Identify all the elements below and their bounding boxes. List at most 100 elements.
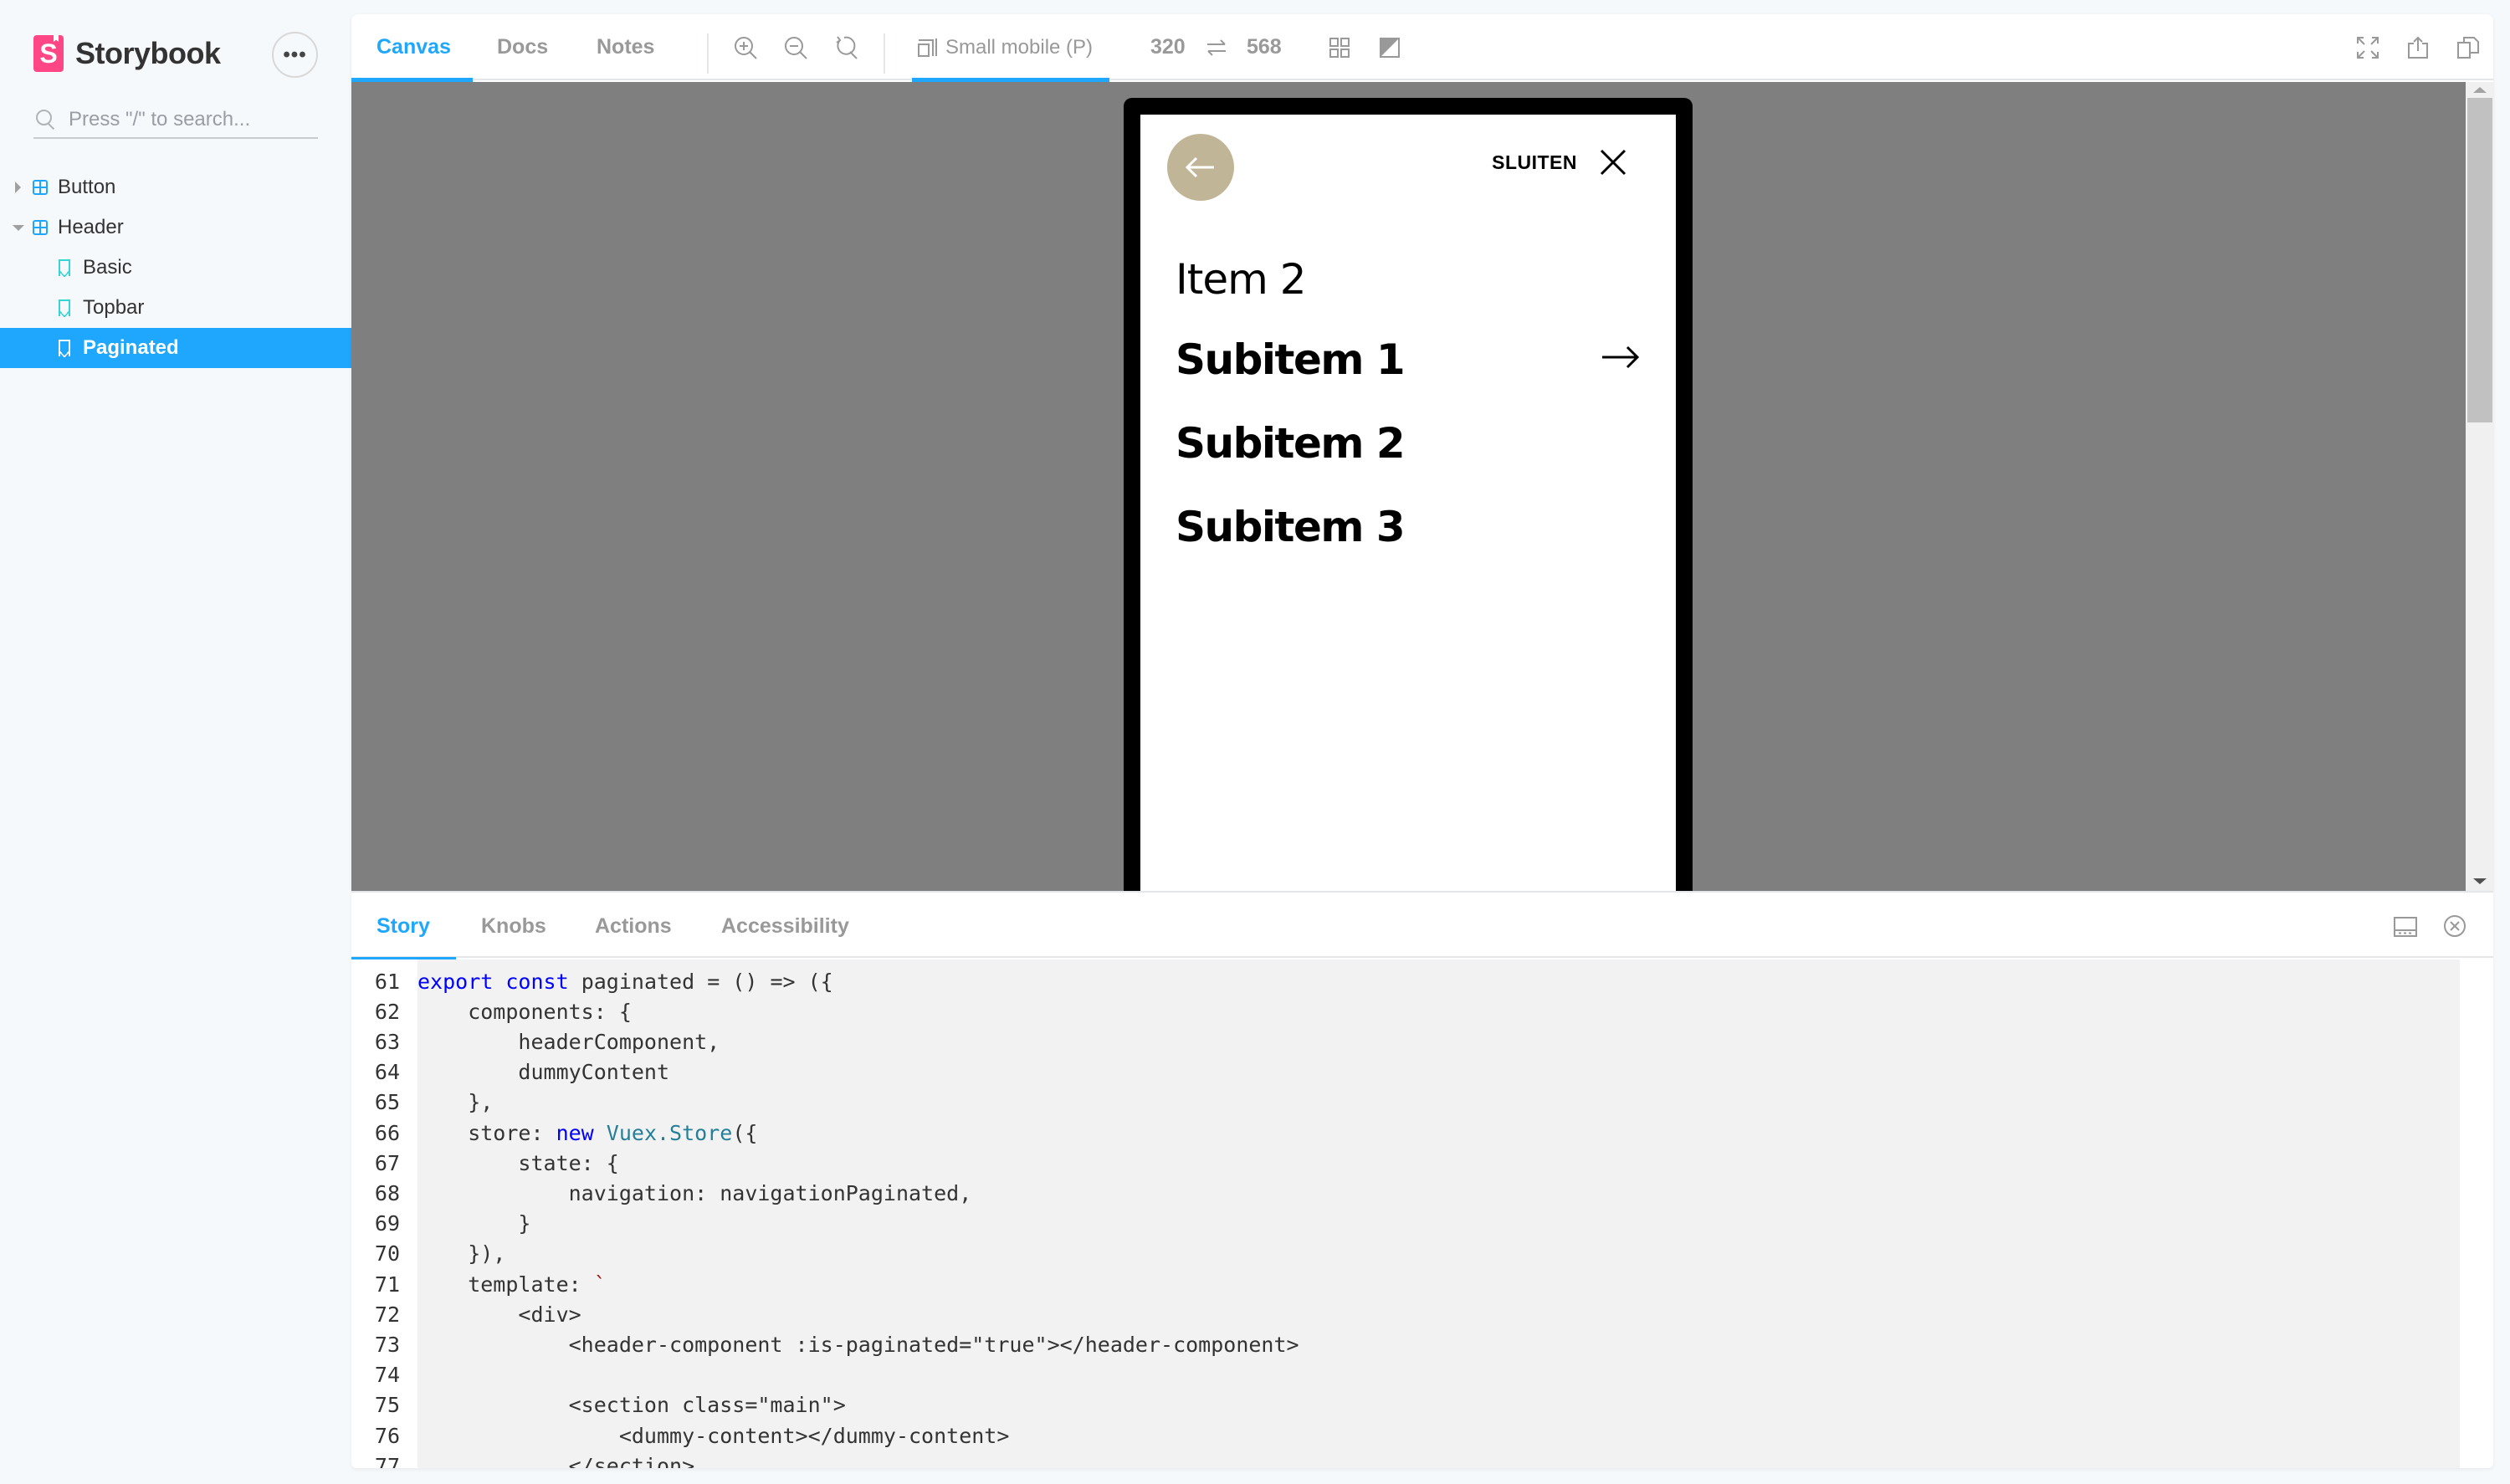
code-text: export const paginated = () => ({ xyxy=(417,969,833,994)
device-frame: SLUITEN Item 2 Subitem 1 Subitem 2 Subit… xyxy=(1124,98,1693,891)
brand[interactable]: S Storybook xyxy=(33,35,221,72)
code-line: 62 components: { xyxy=(351,996,632,1026)
tab-actions[interactable]: Actions xyxy=(595,893,672,959)
code-text: <section class="main"> xyxy=(417,1393,846,1418)
toolbar: Canvas Docs Notes Small mobile (P) 320 5… xyxy=(351,14,2493,82)
story-tree: Button Header Basic Topbar Paginated xyxy=(0,167,351,368)
zoom-reset-icon[interactable] xyxy=(832,34,859,61)
zoom-out-icon[interactable] xyxy=(782,34,809,61)
code-line: 70 }), xyxy=(351,1239,505,1269)
code-line: 72 <div> xyxy=(351,1299,581,1329)
code-line: 69 } xyxy=(351,1209,531,1239)
line-number: 62 xyxy=(374,999,400,1024)
scroll-up-icon[interactable] xyxy=(2473,87,2487,93)
tree-item-label: Header xyxy=(58,216,124,238)
code-line: 66 store: new Vuex.Store({ xyxy=(351,1118,758,1148)
story-preview: SLUITEN Item 2 Subitem 1 Subitem 2 Subit… xyxy=(1140,115,1676,891)
panel-orientation-icon[interactable] xyxy=(2391,913,2418,939)
zoom-in-icon[interactable] xyxy=(732,34,759,61)
line-number: 61 xyxy=(374,969,400,994)
line-number: 77 xyxy=(374,1453,400,1468)
code-line: 73 <header-component :is-paginated="true… xyxy=(351,1329,1299,1359)
tab-label: Notes xyxy=(597,35,655,59)
code-line: 67 state: { xyxy=(351,1148,619,1178)
fullscreen-icon[interactable] xyxy=(2354,34,2381,61)
code-text: template: ` xyxy=(417,1272,607,1297)
line-number: 64 xyxy=(374,1060,400,1085)
grid-icon[interactable] xyxy=(1326,34,1353,61)
line-number: 72 xyxy=(374,1302,400,1327)
tree-item-topbar[interactable]: Topbar xyxy=(0,288,351,328)
tree-item-label: Basic xyxy=(83,256,132,279)
nav-title: Item 2 xyxy=(1176,255,1307,304)
line-number: 75 xyxy=(374,1393,400,1418)
tab-knobs[interactable]: Knobs xyxy=(481,893,546,959)
brand-name: Storybook xyxy=(75,36,221,70)
code-line: 61 export const paginated = () => ({ xyxy=(351,966,833,996)
tree-item-basic[interactable]: Basic xyxy=(0,248,351,288)
divider xyxy=(884,33,885,74)
close-icon xyxy=(1600,149,1626,176)
code-line: 71 template: ` xyxy=(351,1269,607,1299)
code-line: 77 </section> xyxy=(351,1451,694,1468)
arrow-right-icon[interactable] xyxy=(1601,345,1641,370)
close-label: SLUITEN xyxy=(1492,151,1577,173)
code-line: 75 <section class="main"> xyxy=(351,1390,846,1420)
share-icon[interactable] xyxy=(2405,34,2431,61)
close-panel-icon[interactable] xyxy=(2441,913,2468,939)
viewport-height[interactable]: 568 xyxy=(1247,14,1282,80)
tab-label: Docs xyxy=(497,35,549,59)
storybook-logo-icon: S xyxy=(33,35,64,72)
caret-down-icon[interactable] xyxy=(13,224,24,231)
code-text: store: new Vuex.Store({ xyxy=(417,1120,758,1145)
search-icon xyxy=(35,109,57,130)
copy-icon[interactable] xyxy=(2455,34,2482,61)
more-options-button[interactable]: ••• xyxy=(272,32,318,78)
code-block xyxy=(417,959,2460,1468)
code-line: 65 }, xyxy=(351,1087,493,1118)
tab-label: Actions xyxy=(595,913,672,938)
tab-accessibility[interactable]: Accessibility xyxy=(721,893,849,959)
tree-item-header[interactable]: Header xyxy=(0,207,351,248)
preview-panel: Canvas Docs Notes Small mobile (P) 320 5… xyxy=(351,14,2493,891)
code-line: 63 headerComponent, xyxy=(351,1026,720,1057)
line-number: 67 xyxy=(374,1150,400,1175)
back-button[interactable] xyxy=(1167,134,1234,201)
swap-icon[interactable] xyxy=(1203,34,1230,61)
nav-item-subitem-1[interactable]: Subitem 1 xyxy=(1176,335,1406,384)
line-number: 69 xyxy=(374,1211,400,1236)
search-input[interactable] xyxy=(69,108,311,131)
viewport-width[interactable]: 320 xyxy=(1150,14,1186,80)
tree-item-label: Button xyxy=(58,176,116,198)
tree-item-paginated[interactable]: Paginated xyxy=(0,328,351,368)
line-number: 66 xyxy=(374,1120,400,1145)
code-text: navigation: navigationPaginated, xyxy=(417,1180,972,1205)
scrollbar-thumb[interactable] xyxy=(2467,98,2492,422)
tab-docs[interactable]: Docs xyxy=(497,14,548,80)
scroll-down-icon[interactable] xyxy=(2473,878,2487,884)
sidebar: S Storybook ••• Button Header Basic Topb… xyxy=(0,0,351,1484)
tab-story[interactable]: Story xyxy=(351,893,456,961)
close-button[interactable]: SLUITEN xyxy=(1492,148,1627,177)
addons-tabbar: Story Knobs Actions Accessibility xyxy=(351,891,2493,961)
bookmark-icon xyxy=(59,340,70,357)
nav-item-subitem-2[interactable]: Subitem 2 xyxy=(1176,419,1406,468)
line-number: 65 xyxy=(374,1090,400,1115)
bookmark-icon xyxy=(59,259,70,277)
bookmark-icon xyxy=(59,299,70,317)
viewport-select[interactable]: Small mobile (P) xyxy=(912,14,1109,82)
background-icon[interactable] xyxy=(1376,34,1403,61)
canvas-scrollbar[interactable] xyxy=(2466,82,2493,891)
tree-item-button[interactable]: Button xyxy=(0,167,351,207)
caret-right-icon[interactable] xyxy=(15,182,21,193)
nav-item-subitem-3[interactable]: Subitem 3 xyxy=(1176,503,1406,551)
tree-item-label: Paginated xyxy=(83,336,179,359)
line-number: 73 xyxy=(374,1332,400,1357)
tab-canvas[interactable]: Canvas xyxy=(351,14,473,82)
divider xyxy=(707,33,709,74)
code-text: dummyContent xyxy=(417,1060,670,1085)
code-text: } xyxy=(417,1211,531,1236)
tab-notes[interactable]: Notes xyxy=(597,14,654,80)
tab-label: Canvas xyxy=(376,35,451,59)
code-text: headerComponent, xyxy=(417,1029,720,1054)
